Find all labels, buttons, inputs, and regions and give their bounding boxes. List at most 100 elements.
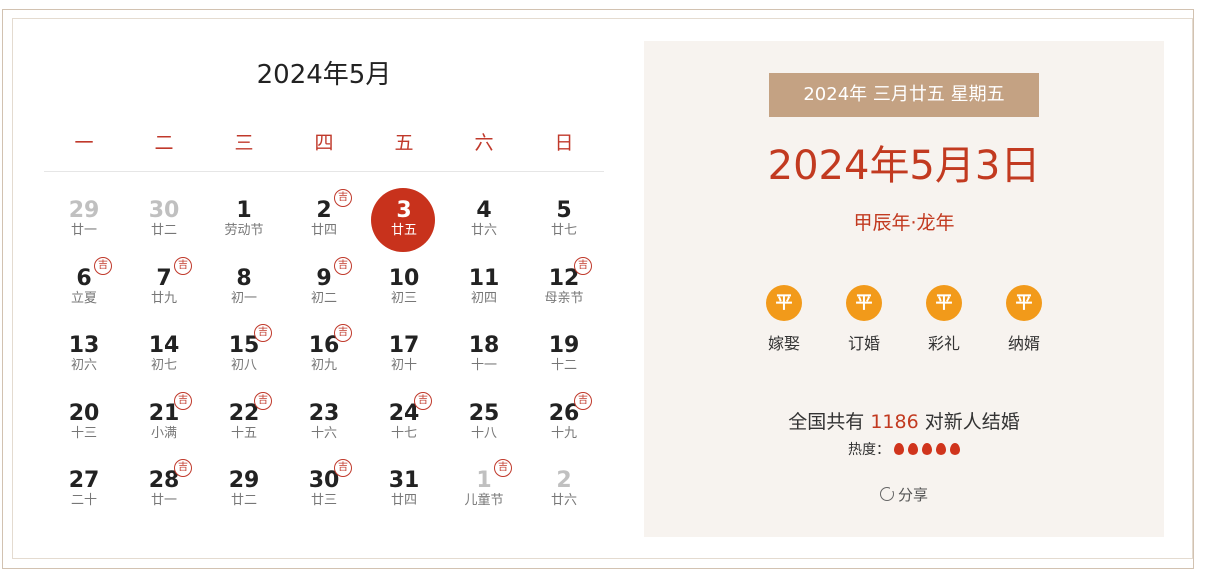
calendar-day[interactable]: 28 廿一 吉 <box>124 450 204 514</box>
calendar-day[interactable]: 8 初一 <box>204 248 284 312</box>
lunar-day: 廿一 <box>70 223 97 238</box>
calendar-day[interactable]: 14 初七 <box>124 315 204 379</box>
lunar-day: 十五 <box>230 425 257 441</box>
calendar-day[interactable]: 20 十三 <box>44 383 124 447</box>
activity-rating-badge: 平 <box>926 285 962 321</box>
calendar-day[interactable]: 23 十六 <box>284 383 364 447</box>
calendar-day[interactable]: 30 廿三 吉 <box>284 450 364 514</box>
calendar-day[interactable]: 15 初八 吉 <box>204 315 284 379</box>
activity-rating-badge: 平 <box>1006 285 1042 321</box>
day-number: 6 <box>76 265 92 291</box>
day-number: 4 <box>476 198 492 223</box>
day-number: 3 <box>396 198 412 223</box>
calendar-day[interactable]: 12 母亲节 吉 <box>524 248 604 312</box>
day-number: 29 <box>68 198 100 223</box>
calendar-day[interactable]: 17 初十 <box>364 315 444 379</box>
auspicious-badge: 吉 <box>574 256 592 275</box>
lunar-date-banner: 2024年 三月廿五 星期五 <box>769 73 1039 117</box>
lunar-day: 母亲节 <box>544 290 584 306</box>
calendar-day[interactable]: 18 十一 <box>444 315 524 379</box>
lunar-day: 廿七 <box>550 223 577 238</box>
calendar-day-selected[interactable]: 3 廿五 <box>364 180 444 252</box>
wedding-count: 1186 <box>870 411 919 433</box>
flame-icons <box>890 442 960 458</box>
calendar-day[interactable]: 10 初三 <box>364 248 444 312</box>
calendar-day[interactable]: 1 儿童节 吉 <box>444 450 524 514</box>
day-number: 30 <box>308 468 340 493</box>
day-number: 2 <box>316 198 332 223</box>
calendar-day[interactable]: 21 小满 吉 <box>124 383 204 447</box>
auspicious-badge: 吉 <box>414 391 432 410</box>
calendar-day[interactable]: 7 廿九 吉 <box>124 248 204 312</box>
day-number: 23 <box>308 400 340 426</box>
header-divider <box>44 171 604 172</box>
flame-icon <box>936 443 946 455</box>
calendar-day[interactable]: 16 初九 吉 <box>284 315 364 379</box>
calendar-day[interactable]: 29 廿一 <box>44 180 124 244</box>
auspicious-badge: 吉 <box>334 324 352 342</box>
activity-label: 订婚 <box>847 334 880 353</box>
auspicious-badge: 吉 <box>254 391 272 410</box>
calendar-day[interactable]: 19 十二 <box>524 315 604 379</box>
day-number: 15 <box>228 333 260 358</box>
calendar-grid: 29 廿一 30 廿二 1 劳动节 2 廿四吉 3 廿五 4 廿六 5 廿七 6 立夏吉 7 廿九吉 8 初一 9 初二吉… <box>44 180 604 520</box>
weekday-tue: 二 <box>154 132 174 154</box>
lunar-day: 廿三 <box>310 493 337 508</box>
calendar-day[interactable]: 4 廿六 <box>444 180 524 244</box>
day-number: 10 <box>388 265 420 291</box>
day-number: 24 <box>388 400 420 426</box>
activity-rating-badge: 平 <box>766 285 802 321</box>
lunar-day: 初八 <box>230 358 257 373</box>
calendar-day[interactable]: 27 二十 <box>44 450 124 514</box>
lunar-day: 十七 <box>390 425 417 441</box>
calendar-day[interactable]: 11 初四 <box>444 248 524 312</box>
calendar-day[interactable]: 9 初二 吉 <box>284 248 364 312</box>
detail-panel: 2024年 三月廿五 星期五 2024年5月3日 甲辰年·龙年 平 嫁娶 平 订… <box>644 41 1164 537</box>
lunar-day: 立夏 <box>70 290 97 306</box>
lunar-day: 廿九 <box>150 290 177 306</box>
calendar-day[interactable]: 2 廿六 <box>524 450 604 514</box>
day-number: 30 <box>148 198 180 223</box>
calendar-day[interactable]: 1 劳动节 <box>204 180 284 244</box>
activity-label: 彩礼 <box>927 334 960 353</box>
lunar-day: 劳动节 <box>224 223 264 238</box>
auspicious-badge: 吉 <box>174 256 192 275</box>
day-number: 17 <box>388 333 420 358</box>
lunar-day: 廿五 <box>390 223 417 238</box>
share-button[interactable]: 分享 <box>644 484 1164 505</box>
activity-item: 平 彩礼 <box>914 285 974 354</box>
day-number: 27 <box>68 468 100 493</box>
activity-list: 平 嫁娶 平 订婚 平 彩礼 平 纳婿 <box>644 285 1164 355</box>
calendar-day[interactable]: 26 十九 吉 <box>524 383 604 447</box>
lunar-day: 十三 <box>70 425 97 441</box>
calendar-day[interactable]: 24 十七 吉 <box>364 383 444 447</box>
share-label: 分享 <box>897 486 928 504</box>
flame-icon <box>908 443 918 455</box>
calendar-day[interactable]: 2 廿四 吉 <box>284 180 364 244</box>
activity-label: 纳婿 <box>1007 334 1040 353</box>
calendar-day[interactable]: 29 廿二 <box>204 450 284 514</box>
calendar-day[interactable]: 25 十八 <box>444 383 524 447</box>
auspicious-badge: 吉 <box>334 189 352 207</box>
day-number: 28 <box>148 468 180 493</box>
share-icon <box>879 485 896 501</box>
day-number: 31 <box>388 468 420 493</box>
calendar-day[interactable]: 30 廿二 <box>124 180 204 244</box>
day-number: 16 <box>308 333 340 358</box>
lunar-day: 廿二 <box>150 223 177 238</box>
weekday-thu: 四 <box>314 132 334 154</box>
auspicious-badge: 吉 <box>254 324 272 342</box>
calendar-day[interactable]: 22 十五 吉 <box>204 383 284 447</box>
auspicious-badge: 吉 <box>574 391 592 410</box>
calendar-day[interactable]: 5 廿七 <box>524 180 604 244</box>
calendar-day[interactable]: 31 廿四 <box>364 450 444 514</box>
day-number: 26 <box>548 400 580 426</box>
day-number: 5 <box>556 198 572 223</box>
activity-rating-badge: 平 <box>846 285 882 321</box>
calendar-day[interactable]: 13 初六 <box>44 315 124 379</box>
day-number: 20 <box>68 400 100 426</box>
calendar-day[interactable]: 6 立夏 吉 <box>44 248 124 312</box>
auspicious-badge: 吉 <box>334 459 352 477</box>
auspicious-badge: 吉 <box>494 459 512 477</box>
lunar-day: 廿六 <box>470 223 497 238</box>
